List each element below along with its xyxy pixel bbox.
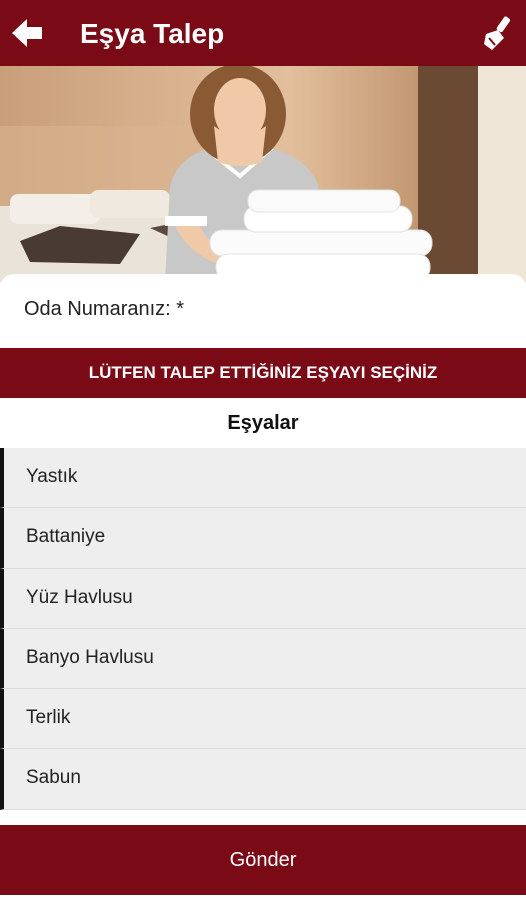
- arrow-left-icon: [12, 19, 42, 47]
- list-item-label: Banyo Havlusu: [26, 646, 154, 668]
- list-item-yastik[interactable]: Yastık: [0, 448, 526, 509]
- list-item-label: Yüz Havlusu: [26, 586, 133, 608]
- clear-button[interactable]: [480, 14, 516, 52]
- list-item-sabun[interactable]: Sabun: [0, 749, 526, 810]
- submit-button[interactable]: Gönder: [0, 825, 526, 895]
- list-item-terlik[interactable]: Terlik: [0, 689, 526, 750]
- instruction-banner: LÜTFEN TALEP ETTİĞİNİZ EŞYAYI SEÇİNİZ: [0, 348, 526, 398]
- hero-image: [0, 66, 526, 282]
- list-item-label: Battaniye: [26, 526, 106, 548]
- page-title: Eşya Talep: [80, 18, 225, 49]
- room-number-label: Oda Numaranız: *: [24, 298, 185, 320]
- back-button[interactable]: [8, 13, 48, 53]
- room-number-field[interactable]: Oda Numaranız: *: [0, 274, 526, 344]
- list-item-label: Terlik: [26, 707, 71, 729]
- items-list: Yastık Battaniye Yüz Havlusu Banyo Havlu…: [0, 448, 526, 810]
- items-list-header: Eşyalar: [0, 398, 526, 448]
- list-item-yuz-havlusu[interactable]: Yüz Havlusu: [0, 568, 526, 629]
- list-item-banyo-havlusu[interactable]: Banyo Havlusu: [0, 628, 526, 690]
- app-bar: Eşya Talep: [0, 0, 526, 66]
- paint-brush-icon: [484, 16, 511, 50]
- list-item-label: Sabun: [26, 767, 81, 789]
- list-item-battaniye[interactable]: Battaniye: [0, 508, 526, 569]
- list-item-label: Yastık: [26, 466, 78, 487]
